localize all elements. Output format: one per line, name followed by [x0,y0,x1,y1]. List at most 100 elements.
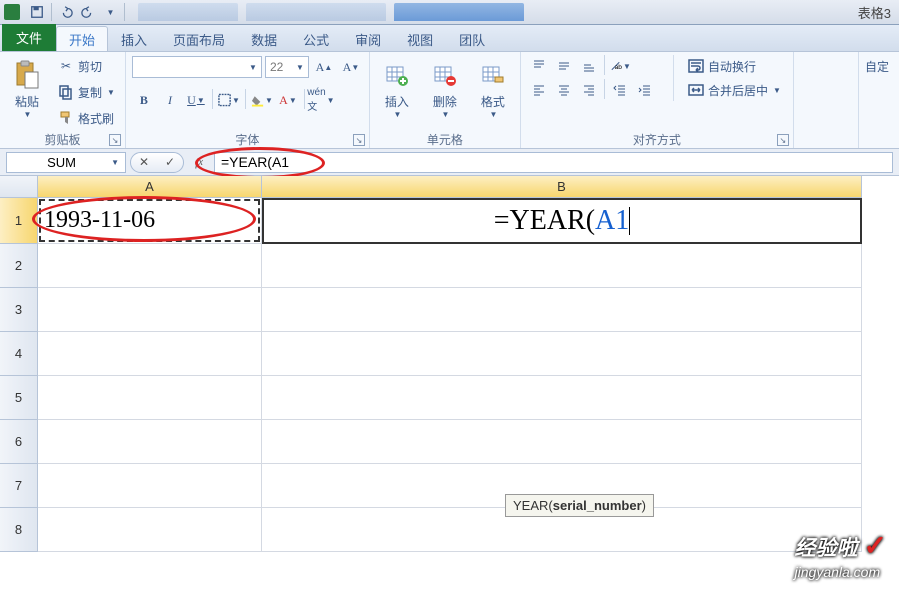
copy-button[interactable]: 复制▼ [54,81,119,103]
row-header-5[interactable]: 5 [0,376,38,420]
cell-b1[interactable]: =YEAR(A1 [262,198,862,244]
align-center-button[interactable] [552,79,576,101]
font-launcher[interactable]: ↘ [353,134,365,146]
tab-team[interactable]: 团队 [446,26,498,51]
tab-formulas[interactable]: 公式 [290,26,342,51]
tab-insert[interactable]: 插入 [108,26,160,51]
formula-cancel-button[interactable]: ✕ [133,152,155,173]
column-header-a[interactable]: A [38,176,262,198]
group-alignment: ab▼ 自动换行 合并后居中▼ [521,52,794,148]
group-cells: 插入▼ 删除▼ 格式▼ 单元格 [370,52,521,148]
wrap-text-icon [688,58,704,74]
name-box[interactable]: SUM ▼ [6,152,126,173]
brush-icon [58,110,74,126]
font-name-combo[interactable]: ▼ [132,56,262,78]
delete-cells-button[interactable]: 删除▼ [424,55,466,119]
app-icon [4,4,20,20]
format-cells-icon [477,59,509,91]
increase-font-button[interactable]: A▲ [312,56,336,78]
paste-button[interactable]: 粘贴 ▼ [6,55,48,119]
cell-b4[interactable] [262,332,862,376]
tab-view[interactable]: 视图 [394,26,446,51]
tab-file[interactable]: 文件 [2,24,56,51]
qat-undo-button[interactable] [56,2,76,22]
italic-button[interactable]: I [158,89,182,111]
align-right-button[interactable] [577,79,601,101]
formula-input[interactable]: =YEAR(A1 [214,152,893,173]
cell-b5[interactable] [262,376,862,420]
tab-page-layout[interactable]: 页面布局 [160,26,238,51]
underline-button[interactable]: U▼ [184,89,208,111]
row-1: 1 1993-11-06 =YEAR(A1 [0,198,899,244]
row-header-2[interactable]: 2 [0,244,38,288]
formula-enter-button[interactable]: ✓ [159,152,181,173]
paste-icon [11,59,43,91]
cell-a4[interactable] [38,332,262,376]
format-painter-button[interactable]: 格式刷 [54,107,119,129]
separator [604,55,605,75]
decrease-font-button[interactable]: A▼ [339,56,363,78]
cell-a7[interactable] [38,464,262,508]
chevron-down-icon: ▼ [489,110,497,119]
column-header-b[interactable]: B [262,176,862,198]
background-tab [394,3,524,21]
group-label-cells: 单元格 [376,130,514,148]
align-middle-button[interactable] [552,55,576,77]
insert-cells-icon [381,59,413,91]
row-header-7[interactable]: 7 [0,464,38,508]
cell-a8[interactable] [38,508,262,552]
cell-a1[interactable]: 1993-11-06 [38,198,262,244]
scissors-icon: ✂ [58,58,74,74]
cell-b6[interactable] [262,420,862,464]
cell-b3[interactable] [262,288,862,332]
align-top-button[interactable] [527,55,551,77]
cell-a3[interactable] [38,288,262,332]
row-header-3[interactable]: 3 [0,288,38,332]
cell-b2[interactable] [262,244,862,288]
phonetic-guide-button[interactable]: wén文▼ [309,89,333,111]
cell-a2[interactable] [38,244,262,288]
cut-button[interactable]: ✂ 剪切 [54,55,119,77]
clipboard-launcher[interactable]: ↘ [109,134,121,146]
tab-home[interactable]: 开始 [56,26,108,51]
formula-bar: SUM ▼ ✕ ✓ fx =YEAR(A1 [0,149,899,176]
increase-indent-button[interactable] [633,79,657,101]
qat-separator [51,3,52,21]
bold-button[interactable]: B [132,89,156,111]
cell-a5[interactable] [38,376,262,420]
font-size-combo[interactable]: 22▼ [265,56,309,78]
ribbon: 粘贴 ▼ ✂ 剪切 复制▼ 格式刷 [0,52,899,149]
insert-cells-button[interactable]: 插入▼ [376,55,418,119]
chevron-down-icon: ▼ [441,110,449,119]
orientation-button[interactable]: ab▼ [608,55,632,77]
tab-data[interactable]: 数据 [238,26,290,51]
row-header-6[interactable]: 6 [0,420,38,464]
tab-review[interactable]: 审阅 [342,26,394,51]
decrease-indent-button[interactable] [608,79,632,101]
wrap-text-button[interactable]: 自动换行 [682,55,787,77]
select-all-corner[interactable] [0,176,38,198]
qat-redo-button[interactable] [78,2,98,22]
align-left-button[interactable] [527,79,551,101]
font-color-button[interactable]: A▼ [276,89,300,111]
merge-center-button[interactable]: 合并后居中▼ [682,79,787,101]
row-header-4[interactable]: 4 [0,332,38,376]
borders-button[interactable]: ▼ [217,89,241,111]
group-label-clipboard: 剪贴板 [44,131,80,148]
chevron-down-icon: ▼ [296,63,304,72]
qat-save-button[interactable] [27,2,47,22]
column-headers: A B [0,176,899,198]
qat-customize-dropdown[interactable]: ▼ [100,2,120,22]
row-header-1[interactable]: 1 [0,198,38,244]
insert-function-button[interactable]: fx [188,152,210,173]
checkmark-icon: ✓ [864,530,887,561]
alignment-launcher[interactable]: ↘ [777,134,789,146]
align-bottom-button[interactable] [577,55,601,77]
row-header-8[interactable]: 8 [0,508,38,552]
cell-a6[interactable] [38,420,262,464]
row-5: 5 [0,376,899,420]
format-cells-button[interactable]: 格式▼ [472,55,514,119]
fill-color-button[interactable]: ▼ [250,89,274,111]
row-7: 7 [0,464,899,508]
row-6: 6 [0,420,899,464]
